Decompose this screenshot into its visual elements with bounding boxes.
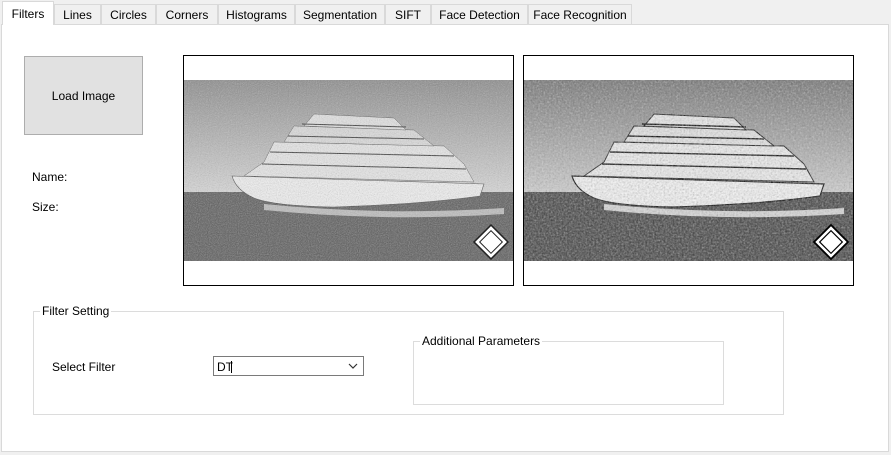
filter-setting-title: Filter Setting — [40, 304, 112, 318]
tab-bar: Filters Lines Circles Corners Histograms… — [0, 0, 891, 25]
filter-select[interactable]: DT — [213, 356, 364, 376]
text-caret — [231, 361, 232, 373]
load-image-button[interactable]: Load Image — [24, 56, 143, 135]
tab-histograms[interactable]: Histograms — [218, 4, 295, 24]
tab-lines[interactable]: Lines — [54, 4, 101, 24]
tab-corners[interactable]: Corners — [156, 4, 218, 24]
tab-segmentation[interactable]: Segmentation — [295, 4, 385, 24]
tab-filters[interactable]: Filters — [2, 1, 54, 25]
select-filter-label: Select Filter — [52, 360, 116, 374]
filtered-image-view — [523, 55, 854, 286]
additional-parameters-title: Additional Parameters — [420, 334, 543, 348]
tab-circles[interactable]: Circles — [101, 4, 156, 24]
tab-face-recognition[interactable]: Face Recognition — [528, 4, 632, 24]
chevron-down-icon[interactable] — [348, 361, 358, 371]
tab-face-detection[interactable]: Face Detection — [431, 4, 528, 24]
name-label: Name: — [32, 170, 68, 184]
original-image-view — [183, 55, 514, 286]
additional-parameters-group: Additional Parameters — [413, 334, 724, 405]
original-image — [184, 80, 513, 261]
filtered-image — [524, 80, 853, 261]
size-label: Size: — [32, 200, 59, 214]
tab-sift[interactable]: SIFT — [385, 4, 431, 24]
